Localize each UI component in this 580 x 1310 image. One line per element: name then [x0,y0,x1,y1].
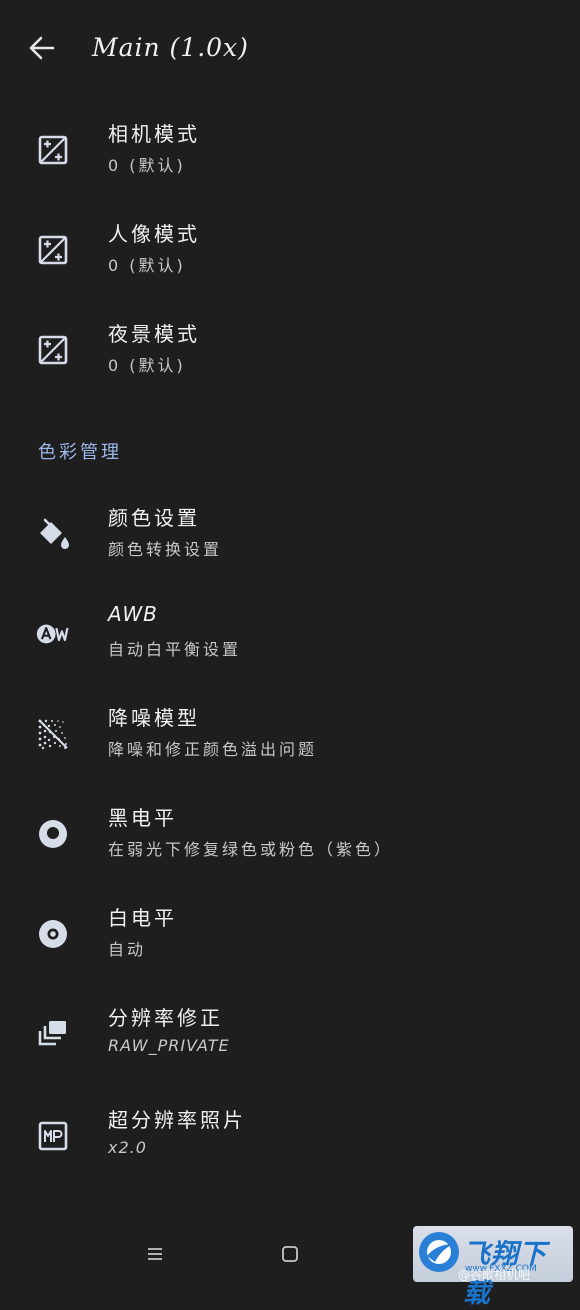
setting-row-camera-mode[interactable]: 相机模式 0 (默认) [0,102,580,198]
watermark-emblem-icon [419,1232,459,1272]
setting-row-white-level[interactable]: 白电平 自动 [0,886,580,982]
setting-row-portrait-mode[interactable]: 人像模式 0 (默认) [0,202,580,298]
layers-icon [38,1021,66,1046]
arrow-back-icon [29,36,55,60]
setting-row-noise-model[interactable]: 降噪模型 降噪和修正颜色溢出问题 [0,686,580,782]
exposure-plus-minus-icon [38,235,68,265]
menu-lines-icon [148,1248,162,1260]
setting-title: 夜景模式 [108,322,200,346]
setting-subtitle: 颜色转换设置 [108,540,223,559]
setting-title: AWB [108,602,158,626]
exposure-plus-minus-icon [38,335,68,365]
setting-subtitle: 自动 [108,940,147,959]
setting-title: 相机模式 [108,122,200,146]
app-bar: Main (1.0x) [0,0,580,95]
section-header-color-management: 色彩管理 [38,442,122,463]
grain-noise-icon [38,719,68,750]
setting-row-awb[interactable]: AWB 自动白平衡设置 [0,586,580,682]
setting-subtitle: 自动白平衡设置 [108,640,242,659]
setting-subtitle: 0 (默认) [108,256,186,275]
setting-title: 黑电平 [108,806,177,830]
back-button[interactable] [22,30,60,66]
setting-subtitle: 降噪和修正颜色溢出问题 [108,740,318,759]
watermark-caption: @谷歌相机吧 [458,1268,531,1282]
setting-subtitle: x2.0 [108,1138,147,1157]
setting-title: 白电平 [108,906,177,930]
setting-row-resolution-correction[interactable]: 分辨率修正 RAW_PRIVATE [0,986,580,1082]
setting-subtitle: RAW_PRIVATE [108,1036,230,1055]
setting-subtitle: 0 (默认) [108,156,186,175]
setting-row-super-resolution[interactable]: 超分辨率照片 x2.0 [0,1088,580,1184]
awb-icon [36,624,69,644]
paint-bucket-icon [40,518,69,549]
setting-title: 颜色设置 [108,506,200,530]
setting-title: 分辨率修正 [108,1006,223,1030]
setting-title: 超分辨率照片 [108,1108,246,1132]
setting-title: 人像模式 [108,222,200,246]
recents-button[interactable] [135,1239,175,1269]
setting-subtitle: 在弱光下修复绿色或粉色（紫色） [108,840,394,859]
page-title: Main (1.0x) [92,33,249,62]
setting-title: 降噪模型 [108,706,200,730]
exposure-plus-minus-icon [38,135,68,165]
setting-row-color-settings[interactable]: 颜色设置 颜色转换设置 [0,486,580,582]
setting-row-black-level[interactable]: 黑电平 在弱光下修复绿色或粉色（紫色） [0,786,580,882]
megapixel-icon [38,1121,68,1151]
home-button[interactable] [270,1239,310,1269]
white-level-icon [39,920,67,948]
black-level-icon [39,820,67,848]
square-icon [282,1246,298,1262]
setting-subtitle: 0 (默认) [108,356,186,375]
setting-row-night-mode[interactable]: 夜景模式 0 (默认) [0,302,580,398]
